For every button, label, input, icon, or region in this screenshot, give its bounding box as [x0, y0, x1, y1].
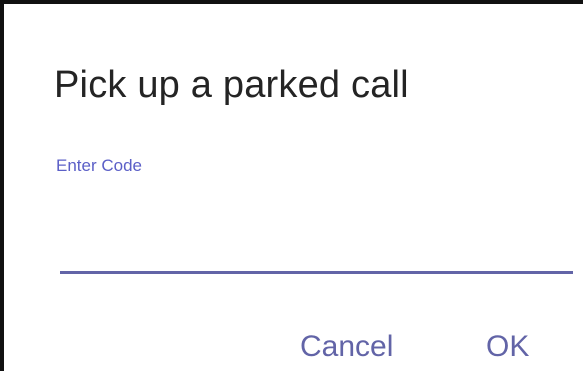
ok-button[interactable]: OK [486, 322, 546, 372]
dialog-title: Pick up a parked call [54, 64, 409, 106]
enter-code-label: Enter Code [56, 156, 142, 175]
park-call-dialog: Pick up a parked call Enter Code Cancel … [0, 0, 583, 371]
cancel-button[interactable]: Cancel [300, 322, 420, 372]
code-input[interactable] [60, 202, 573, 274]
